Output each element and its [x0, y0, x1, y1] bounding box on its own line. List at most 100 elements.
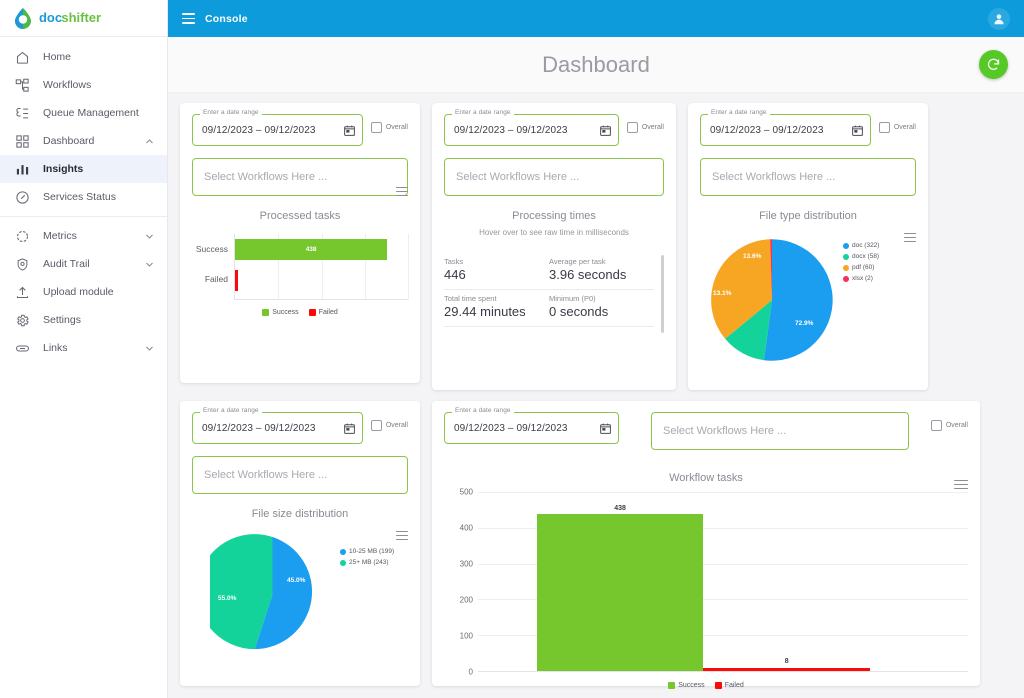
y-tick-label: 200	[459, 595, 473, 605]
refresh-button[interactable]	[979, 50, 1008, 79]
bar-failed[interactable]	[703, 668, 870, 671]
refresh-icon	[987, 58, 1000, 70]
chevron-down-icon[interactable]	[145, 344, 154, 353]
sidebar-item-upload-module[interactable]: Upload module	[0, 278, 167, 306]
sidebar-item-settings[interactable]: Settings	[0, 306, 167, 334]
sidebar-item-metrics[interactable]: Metrics	[0, 222, 167, 250]
workflow-select[interactable]: Select Workflows Here ...	[700, 158, 916, 196]
user-avatar-icon[interactable]	[988, 7, 1010, 30]
overall-checkbox[interactable]	[930, 420, 942, 431]
insights-bars-icon	[14, 161, 31, 178]
controls-row: Enter a date range 09/12/2023 – 09/12/20…	[192, 109, 408, 146]
calendar-icon[interactable]	[851, 124, 864, 137]
overall-checkbox-group[interactable]: Overall	[626, 114, 664, 133]
workflow-select[interactable]: Select Workflows Here ...	[192, 158, 408, 196]
chevron-down-icon[interactable]	[145, 260, 154, 269]
pie-label-doc: 72.9%	[795, 320, 814, 327]
bar-value-label: 8	[784, 657, 789, 665]
date-range-input[interactable]: Enter a date range 09/12/2023 – 09/12/20…	[192, 407, 363, 444]
svg-text:doc: doc	[39, 10, 62, 25]
legend-item-success[interactable]: Success	[668, 682, 705, 689]
calendar-icon[interactable]	[343, 124, 356, 137]
card-workflow-tasks: Enter a date range 09/12/2023 – 09/12/20…	[432, 401, 980, 689]
workflow-select[interactable]: Select Workflows Here ...	[651, 412, 909, 450]
date-range-input[interactable]: Enter a date range 09/12/2023 – 09/12/20…	[444, 109, 619, 146]
processed-tasks-chart: Success Failed 438	[192, 234, 409, 300]
plot-area: 438	[234, 234, 409, 300]
calendar-icon[interactable]	[599, 124, 612, 137]
dashboard-grid-icon	[14, 133, 31, 150]
chart-legend: Success Failed	[192, 309, 408, 316]
sidebar-item-services-status[interactable]: Services Status	[0, 183, 167, 211]
legend-item-doc[interactable]: doc (322)	[843, 242, 879, 249]
date-range-input[interactable]: Enter a date range 09/12/2023 – 09/12/20…	[444, 407, 619, 444]
workflow-select-placeholder: Select Workflows Here ...	[204, 469, 328, 481]
chart-context-menu-icon[interactable]	[954, 480, 968, 489]
legend-item-failed[interactable]: Failed	[714, 682, 744, 689]
overall-checkbox-group[interactable]: Overall	[370, 114, 408, 133]
legend-item-xlsx[interactable]: xlsx (2)	[843, 275, 879, 282]
legend-item-docx[interactable]: docx (58)	[843, 253, 879, 260]
sidebar-item-dashboard[interactable]: Dashboard	[0, 127, 167, 155]
stat-label: Average per task	[549, 257, 606, 266]
overall-label: Overall	[893, 124, 916, 131]
legend-item-25plus-mb[interactable]: 25+ MB (243)	[340, 559, 394, 566]
date-range-value: 09/12/2023 – 09/12/2023	[710, 124, 824, 136]
sidebar-item-workflows[interactable]: Workflows	[0, 71, 167, 99]
calendar-icon[interactable]	[343, 422, 356, 435]
sidebar-item-queue-management[interactable]: Queue Management	[0, 99, 167, 127]
date-range-input[interactable]: Enter a date range 09/12/2023 – 09/12/20…	[192, 109, 363, 146]
y-axis-labels: Success Failed	[192, 234, 234, 300]
legend-label: docx (58)	[852, 253, 880, 260]
date-range-input[interactable]: Enter a date range 09/12/2023 – 09/12/20…	[700, 109, 871, 146]
overall-checkbox-group[interactable]: Overall	[370, 412, 408, 431]
chart-legend: Success Failed	[444, 682, 968, 689]
svg-text:shifter: shifter	[61, 10, 101, 25]
workflow-select-placeholder: Select Workflows Here ...	[204, 171, 328, 183]
chart-context-menu-icon[interactable]	[396, 187, 408, 196]
overall-checkbox-group[interactable]: Overall	[878, 114, 916, 133]
chevron-up-icon[interactable]	[145, 137, 154, 146]
controls-row: Enter a date range 09/12/2023 – 09/12/20…	[444, 407, 968, 450]
legend-item-pdf[interactable]: pdf (60)	[843, 264, 879, 271]
sidebar-item-label: Queue Management	[43, 107, 139, 119]
legend-label: Failed	[724, 682, 744, 689]
controls-row: Enter a date range 09/12/2023 – 09/12/20…	[700, 109, 916, 146]
pie-legend: doc (322) docx (58) pdf (60) xlsx (2)	[843, 242, 879, 286]
calendar-icon[interactable]	[599, 422, 612, 435]
pie-slice-doc[interactable]	[763, 239, 833, 361]
chart-title: Workflow tasks	[669, 472, 743, 484]
overall-checkbox[interactable]	[370, 420, 382, 431]
hamburger-menu-icon[interactable]	[182, 13, 195, 24]
legend-label: doc (322)	[852, 242, 880, 249]
overall-checkbox[interactable]	[626, 122, 638, 133]
controls-row: Enter a date range 09/12/2023 – 09/12/20…	[192, 407, 408, 444]
legend-item-10-25mb[interactable]: 10-25 MB (199)	[340, 548, 394, 555]
brand-logo[interactable]: doc shifter	[0, 0, 167, 37]
workflow-select[interactable]: Select Workflows Here ...	[192, 456, 408, 494]
bar-success[interactable]	[536, 514, 704, 671]
sidebar-item-audit-trail[interactable]: Audit Trail	[0, 250, 167, 278]
legend-label: pdf (60)	[852, 264, 875, 271]
overall-checkbox[interactable]	[878, 122, 890, 133]
bar-success[interactable]: 438	[235, 239, 388, 260]
stat-average-per-task: Average per task 3.96 seconds	[549, 253, 654, 290]
legend-item-failed[interactable]: Failed	[308, 309, 338, 316]
sidebar-item-insights[interactable]: Insights	[0, 155, 167, 183]
sidebar: doc shifter Home Workflows Queue Managem…	[0, 0, 168, 698]
legend-item-success[interactable]: Success	[262, 309, 299, 316]
sidebar-item-home[interactable]: Home	[0, 43, 167, 71]
date-range-value: 09/12/2023 – 09/12/2023	[454, 422, 568, 434]
legend-label: Failed	[318, 309, 338, 316]
sidebar-item-links[interactable]: Links	[0, 334, 167, 362]
overall-checkbox[interactable]	[370, 122, 382, 133]
workflow-select[interactable]: Select Workflows Here ...	[444, 158, 664, 196]
overall-checkbox-group[interactable]: Overall	[930, 412, 968, 431]
y-tick-label: Failed	[204, 274, 228, 284]
sidebar-item-label: Links	[43, 342, 68, 354]
scrollbar-thumb[interactable]	[661, 255, 664, 333]
sidebar-item-label: Metrics	[43, 230, 77, 242]
sidebar-item-label: Home	[43, 51, 72, 63]
bar-failed[interactable]	[235, 270, 238, 291]
chevron-down-icon[interactable]	[145, 232, 154, 241]
